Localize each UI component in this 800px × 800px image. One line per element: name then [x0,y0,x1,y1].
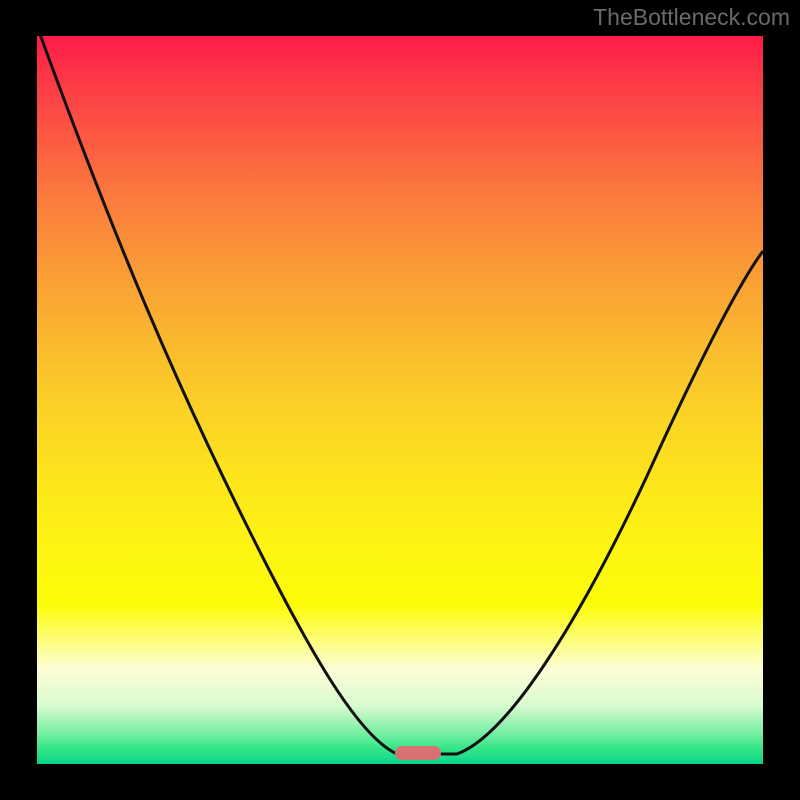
optimal-marker [395,746,441,760]
bottleneck-curve [37,36,763,764]
curve-left-branch [37,36,433,754]
chart-container: TheBottleneck.com [0,0,800,800]
watermark-text: TheBottleneck.com [593,4,790,31]
curve-right-branch [433,251,763,754]
plot-area [37,36,763,764]
